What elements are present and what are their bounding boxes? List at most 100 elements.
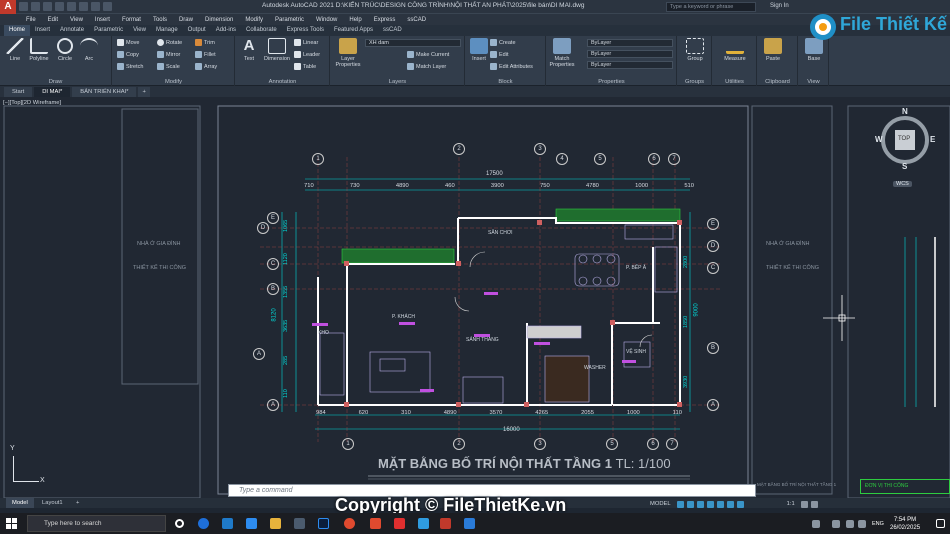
tab-express-tools[interactable]: Express Tools: [282, 25, 329, 36]
menu-sscad[interactable]: ssCAD: [407, 17, 426, 23]
notifications-icon[interactable]: [936, 519, 945, 528]
edit-attributes-button[interactable]: Edit Attributes: [490, 63, 533, 70]
grid-icon[interactable]: [676, 500, 684, 508]
chrome-icon[interactable]: [344, 518, 355, 529]
menu-window[interactable]: Window: [316, 17, 337, 23]
tab-insert[interactable]: Insert: [30, 25, 55, 36]
save-as-icon[interactable]: [55, 2, 64, 11]
tab-collaborate[interactable]: Collaborate: [241, 25, 282, 36]
file-explorer-icon[interactable]: [270, 518, 281, 529]
linetype-dropdown[interactable]: ByLayer: [587, 50, 673, 58]
tab-output[interactable]: Output: [183, 25, 211, 36]
menu-format[interactable]: Format: [122, 17, 141, 23]
tab-manage[interactable]: Manage: [151, 25, 183, 36]
lineweight-icon[interactable]: [726, 500, 734, 508]
tab-featured-apps[interactable]: Featured Apps: [329, 25, 378, 36]
view-group-label[interactable]: View: [799, 79, 828, 85]
file-tab-di-mai[interactable]: DI MAI*: [34, 87, 71, 97]
menu-draw[interactable]: Draw: [179, 17, 193, 23]
file-tab-ban-trien-khai[interactable]: BẢN TRIỂN KHAI*: [72, 87, 137, 97]
make-current-button[interactable]: Make Current: [407, 51, 449, 58]
menu-parametric[interactable]: Parametric: [275, 17, 304, 23]
menu-dimension[interactable]: Dimension: [205, 17, 233, 23]
new-file-icon[interactable]: [19, 2, 28, 11]
compass-north[interactable]: N: [902, 107, 908, 116]
snap-icon[interactable]: [686, 500, 694, 508]
model-space-toggle[interactable]: MODEL: [650, 501, 671, 507]
dimension-button[interactable]: Dimension: [262, 38, 292, 62]
undo-icon[interactable]: [79, 2, 88, 11]
autocad-taskbar-icon[interactable]: [440, 518, 451, 529]
task-app-icon[interactable]: [294, 518, 305, 529]
layer-dropdown[interactable]: XH dam: [365, 39, 461, 47]
block-group-label[interactable]: Block: [466, 79, 545, 85]
groups-group-label[interactable]: Groups: [678, 79, 711, 85]
rotate-button[interactable]: Rotate: [157, 39, 182, 46]
group-button[interactable]: Group: [682, 38, 708, 62]
windows-start-icon[interactable]: [6, 518, 17, 529]
menu-file[interactable]: File: [26, 17, 36, 23]
edit-block-button[interactable]: Edit: [490, 51, 508, 58]
tab-model[interactable]: Model: [6, 498, 34, 508]
language-indicator[interactable]: ENG: [872, 521, 884, 527]
paste-button[interactable]: Paste: [760, 38, 786, 62]
match-properties-button[interactable]: Match Properties: [547, 38, 577, 68]
facebook-icon[interactable]: [198, 518, 209, 529]
file-tab-start[interactable]: Start: [4, 87, 33, 97]
compass-west[interactable]: W: [875, 135, 883, 144]
match-layer-button[interactable]: Match Layer: [407, 63, 446, 70]
layer-properties-button[interactable]: Layer Properties: [333, 38, 363, 68]
cortana-icon[interactable]: [175, 519, 184, 528]
leader-button[interactable]: Leader: [294, 51, 320, 58]
color-dropdown[interactable]: ByLayer: [587, 39, 673, 47]
tab-sscad[interactable]: ssCAD: [378, 25, 407, 36]
taskbar-search-input[interactable]: Type here to search: [27, 515, 166, 532]
arc-button[interactable]: Arc: [76, 38, 102, 62]
measure-button[interactable]: Measure: [719, 38, 751, 62]
share-icon[interactable]: [103, 2, 112, 11]
tab-view[interactable]: View: [128, 25, 151, 36]
redo-icon[interactable]: [91, 2, 100, 11]
viewport-controls[interactable]: [−][Top][2D Wireframe]: [3, 100, 61, 106]
polar-icon[interactable]: [706, 500, 714, 508]
stretch-button[interactable]: Stretch: [117, 63, 143, 70]
mirror-button[interactable]: Mirror: [157, 51, 180, 58]
linear-button[interactable]: Linear: [294, 39, 318, 46]
compass-south[interactable]: S: [902, 162, 907, 171]
app-blue-icon[interactable]: [418, 518, 429, 529]
tab-add-ins[interactable]: Add-ins: [211, 25, 241, 36]
network-icon[interactable]: [846, 520, 854, 528]
array-button[interactable]: Array: [195, 63, 217, 70]
menu-insert[interactable]: Insert: [95, 17, 110, 23]
move-button[interactable]: Move: [117, 39, 139, 46]
tab-annotate[interactable]: Annotate: [55, 25, 89, 36]
menu-tools[interactable]: Tools: [153, 17, 167, 23]
copy-button[interactable]: Copy: [117, 51, 139, 58]
edge-icon[interactable]: [464, 518, 475, 529]
save-icon[interactable]: [43, 2, 52, 11]
polyline-button[interactable]: Polyline: [26, 38, 52, 62]
drawing-canvas[interactable]: MẶT BẰNG BỐ TRÍ NỘI THẤT TẦNG 1 TL: 1/10…: [0, 97, 950, 498]
taskbar-clock[interactable]: 7:54 PM 26/02/2025: [890, 516, 920, 532]
tab-parametric[interactable]: Parametric: [89, 25, 128, 36]
view-cube[interactable]: N W E S TOP: [873, 107, 938, 172]
menu-view[interactable]: View: [70, 17, 83, 23]
open-file-icon[interactable]: [31, 2, 40, 11]
properties-group-label[interactable]: Properties: [547, 79, 676, 85]
modify-group-label[interactable]: Modify: [113, 79, 234, 85]
circle-button[interactable]: Circle: [52, 38, 78, 62]
compass-east[interactable]: E: [930, 135, 935, 144]
new-tab-button[interactable]: +: [138, 87, 150, 97]
tab-layout1[interactable]: Layout1: [36, 498, 69, 508]
utilities-group-label[interactable]: Utilities: [713, 79, 756, 85]
autocad-logo-icon[interactable]: A: [0, 0, 16, 14]
store-icon[interactable]: [222, 518, 233, 529]
youtube-icon[interactable]: [394, 518, 405, 529]
add-layout-button[interactable]: +: [70, 498, 85, 508]
layers-group-label[interactable]: Layers: [331, 79, 464, 85]
scale-button[interactable]: Scale: [157, 63, 180, 70]
menu-express[interactable]: Express: [374, 17, 396, 23]
annotation-group-label[interactable]: Annotation: [236, 79, 329, 85]
text-button[interactable]: A Text: [236, 38, 262, 63]
lineweight-dropdown[interactable]: ByLayer: [587, 61, 673, 69]
